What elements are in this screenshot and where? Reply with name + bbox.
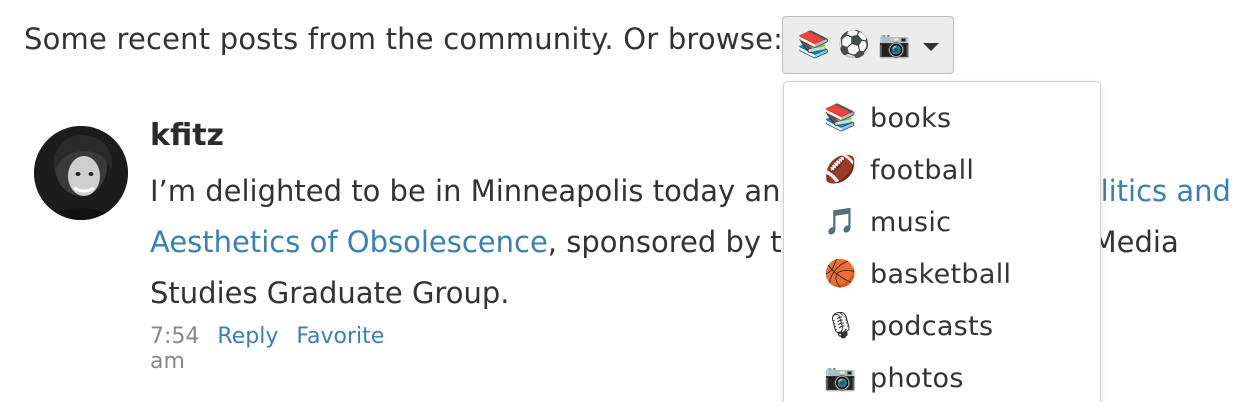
basketball-icon: 🏀	[824, 259, 857, 289]
dropdown-item-label: books	[870, 102, 952, 134]
microphone-icon: 🎙	[824, 311, 858, 341]
browse-dropdown-menu: 📚 books 🏈 football 🎵 music 🏀 basketball …	[783, 81, 1101, 402]
books-icon: 📚	[797, 30, 830, 60]
dropdown-item-football[interactable]: 🏈 football	[784, 144, 1100, 196]
avatar[interactable]	[34, 126, 128, 220]
favorite-link[interactable]: Favorite	[296, 324, 384, 374]
post-time[interactable]: 7:54 am	[150, 324, 199, 374]
dropdown-item-label: music	[870, 206, 952, 238]
avatar-image	[34, 126, 128, 220]
dropdown-item-basketball[interactable]: 🏀 basketball	[784, 248, 1100, 300]
intro-text: Some recent posts from the community. Or…	[24, 22, 784, 56]
music-note-icon: 🎵	[824, 207, 857, 237]
football-icon: 🏈	[824, 155, 857, 185]
post-link[interactable]: litics and	[1101, 174, 1231, 208]
post-username[interactable]: kfitz	[150, 118, 224, 153]
camera-icon: 📷	[824, 363, 857, 393]
dropdown-item-books[interactable]: 📚 books	[784, 92, 1100, 144]
page: Some recent posts from the community. Or…	[0, 0, 1256, 402]
reply-link[interactable]: Reply	[217, 324, 278, 374]
post-text-segment: Studies Graduate Group.	[150, 276, 510, 310]
post-link-continued[interactable]: Aesthetics of Obsolescence	[150, 225, 548, 259]
dropdown-item-podcasts[interactable]: 🎙 podcasts	[784, 300, 1100, 352]
dropdown-item-label: photos	[870, 362, 964, 394]
caret-down-icon	[922, 42, 939, 51]
post-meta: 7:54 am Reply Favorite	[150, 324, 384, 374]
dropdown-item-music[interactable]: 🎵 music	[784, 196, 1100, 248]
dropdown-item-photos[interactable]: 📷 photos	[784, 352, 1100, 402]
browse-dropdown-button[interactable]: 📚 ⚽ 📷	[782, 16, 954, 74]
post-text-segment: , sponsored by t	[547, 225, 782, 259]
camera-icon: 📷	[878, 30, 911, 60]
dropdown-item-label: basketball	[870, 258, 1012, 290]
dropdown-item-label: podcasts	[870, 310, 994, 342]
books-icon: 📚	[824, 103, 857, 133]
dropdown-item-label: football	[870, 154, 975, 186]
soccer-ball-icon: ⚽	[837, 30, 871, 60]
post-text-segment: I’m delighted to be in Minneapolis today…	[150, 174, 781, 208]
post-text-segment: Media	[1091, 225, 1179, 259]
